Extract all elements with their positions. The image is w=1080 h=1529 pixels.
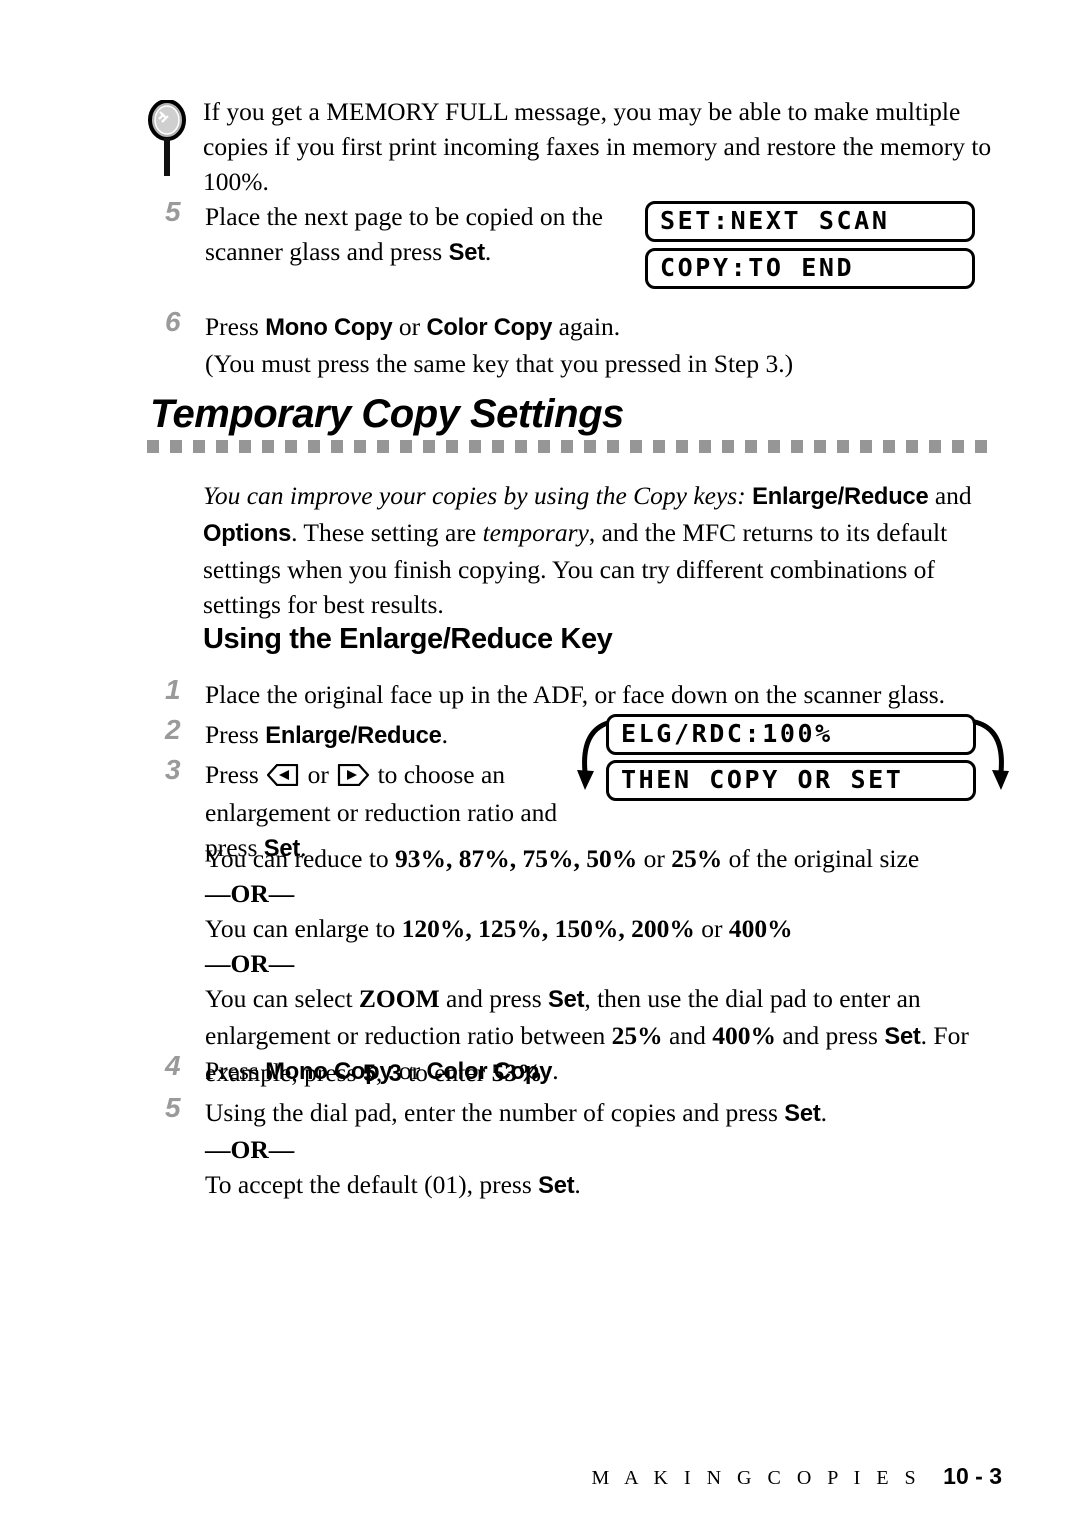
note-block: If you get a MEMORY FULL message, you ma… (146, 94, 1006, 199)
zoom-word: ZOOM (358, 984, 440, 1013)
zoom-text-e: and press (775, 1021, 885, 1050)
step-text-b: . (484, 237, 492, 266)
right-arrow-key-icon (337, 760, 370, 795)
enlarge-value-last: 400% (728, 914, 793, 943)
enlarge-line: You can enlarge to 120%, 125%, 150%, 200… (205, 911, 1000, 946)
cycle-arrow-right-icon (971, 716, 1013, 803)
step-text-line2: To accept the default (01), press Set. (205, 1167, 965, 1204)
step-text-line1: Using the dial pad, enter the number of … (205, 1095, 965, 1132)
key-label-set: Set (548, 987, 585, 1013)
page-title: Temporary Copy Settings (150, 392, 624, 436)
enlarge-text-b: or (694, 914, 729, 943)
step-text: Press Mono Copy or Color Copy. (205, 1053, 865, 1090)
step-5-top: 5 Place the next page to be copied on th… (165, 196, 635, 271)
step-6-top: 6 Press Mono Copy or Color Copy again. (… (165, 306, 965, 381)
section-divider (147, 440, 992, 453)
key-label-set: Set (448, 240, 485, 266)
step-text-a: Press (205, 760, 266, 789)
step-number: 5 (165, 196, 181, 227)
reduce-text-c: of the original size (722, 844, 920, 873)
key-label-set: Set (884, 1024, 921, 1050)
intro-text-a: You can improve your copies by using the… (203, 481, 746, 510)
step-text-a: Using the dial pad, enter the number of … (205, 1098, 785, 1127)
step-text: Using the dial pad, enter the number of … (205, 1095, 965, 1204)
step-text-b: or (392, 1056, 427, 1085)
step-text-c: . (552, 1056, 559, 1085)
step-text-b: . (441, 720, 448, 749)
step-number: 6 (165, 306, 181, 337)
step-text-a: Press (205, 1056, 266, 1085)
zoom-text-a: You can select (205, 984, 359, 1013)
reduce-value-last: 25% (671, 844, 723, 873)
reduce-text-b: or (637, 844, 672, 873)
step-number: 3 (165, 754, 181, 785)
section-intro-paragraph: You can improve your copies by using the… (203, 478, 1001, 622)
zoom-text-d: and (662, 1021, 713, 1050)
step-text-b: or (301, 760, 336, 789)
step-2: 2 Press Enlarge/Reduce. (165, 714, 595, 754)
step-text-b: . (820, 1098, 827, 1127)
zoom-min-value: 25% (611, 1021, 663, 1050)
note-text: If you get a MEMORY FULL message, you ma… (203, 94, 1006, 199)
step-text: Press Enlarge/Reduce. (205, 717, 595, 754)
left-arrow-key-icon (267, 760, 299, 795)
note-text-memory-full: MEMORY FULL (326, 97, 508, 126)
step-text-b: or (392, 312, 427, 341)
key-label-mono-copy: Mono Copy (265, 1059, 393, 1085)
or-separator-1: —OR— (205, 879, 295, 908)
document-page: If you get a MEMORY FULL message, you ma… (0, 0, 1080, 1529)
step-text: Place the next page to be copied on the … (205, 199, 635, 271)
lcd-line-copy-to-end: COPY:TO END (645, 248, 975, 289)
step-number: 5 (165, 1092, 181, 1123)
reduce-values: 93%, 87%, 75%, 50% (395, 844, 638, 873)
step-text-c: again. (552, 312, 621, 341)
lcd-display-group-top: SET:NEXT SCAN COPY:TO END (645, 201, 975, 289)
step-text-line2-a: To accept the default (01), press (205, 1170, 539, 1199)
step-number: 4 (165, 1050, 181, 1081)
key-label-mono-copy: Mono Copy (265, 315, 393, 341)
lcd-line-then-copy-or-set: THEN COPY OR SET (606, 760, 976, 801)
step-number: 1 (165, 674, 181, 705)
enlarge-values: 120%, 125%, 150%, 200% (401, 914, 695, 943)
step-number: 2 (165, 714, 181, 745)
or-separator-3: —OR— (205, 1135, 295, 1164)
key-label-set: Set (538, 1173, 575, 1199)
footer-page-number: 10 - 3 (943, 1463, 1002, 1489)
intro-text-b: and (928, 481, 972, 510)
intro-text-emphasis: temporary (482, 518, 589, 547)
note-text-a: If you get a (203, 97, 327, 126)
intro-text-c: . These setting are (291, 518, 483, 547)
zoom-max-value: 400% (712, 1021, 776, 1050)
step-text-line2-b: . (574, 1170, 581, 1199)
key-label-enlarge-reduce: Enlarge/Reduce (265, 723, 442, 749)
step-text-a: Press (205, 720, 266, 749)
step-text: Place the original face up in the ADF, o… (205, 680, 946, 709)
key-label-color-copy: Color Copy (426, 315, 553, 341)
magnifier-icon (146, 99, 190, 180)
zoom-text-b: and press (439, 984, 549, 1013)
step-4: 4 Press Mono Copy or Color Copy. (165, 1050, 865, 1090)
step-1: 1 Place the original face up in the ADF,… (165, 674, 995, 712)
page-footer: M A K I N G C O P I E S 10 - 3 (0, 1463, 1002, 1490)
lcd-line-set-next-scan: SET:NEXT SCAN (645, 201, 975, 242)
enlarge-text-a: You can enlarge to (205, 914, 402, 943)
lcd-line-elg-rdc: ELG/RDC:100% (606, 714, 976, 755)
or-separator-2: —OR— (205, 949, 295, 978)
step-5-main: 5 Using the dial pad, enter the number o… (165, 1092, 965, 1204)
step-text-a: Place the next page to be copied on the … (205, 202, 603, 266)
lcd-display-group-main: ELG/RDC:100% THEN COPY OR SET (573, 714, 1009, 801)
step-text: Press Mono Copy or Color Copy again. (Yo… (205, 309, 965, 381)
key-label-set: Set (784, 1101, 821, 1127)
reduce-text-a: You can reduce to (205, 844, 396, 873)
step-text-line2: (You must press the same key that you pr… (205, 349, 794, 378)
key-label-options: Options (203, 521, 292, 547)
key-label-enlarge-reduce: Enlarge/Reduce (752, 484, 929, 510)
step-text-a: Press (205, 312, 266, 341)
footer-chapter-title: M A K I N G C O P I E S (591, 1467, 922, 1489)
subsection-title: Using the Enlarge/Reduce Key (203, 623, 613, 655)
key-label-color-copy: Color Copy (426, 1059, 553, 1085)
reduce-line: You can reduce to 93%, 87%, 75%, 50% or … (205, 841, 1000, 876)
